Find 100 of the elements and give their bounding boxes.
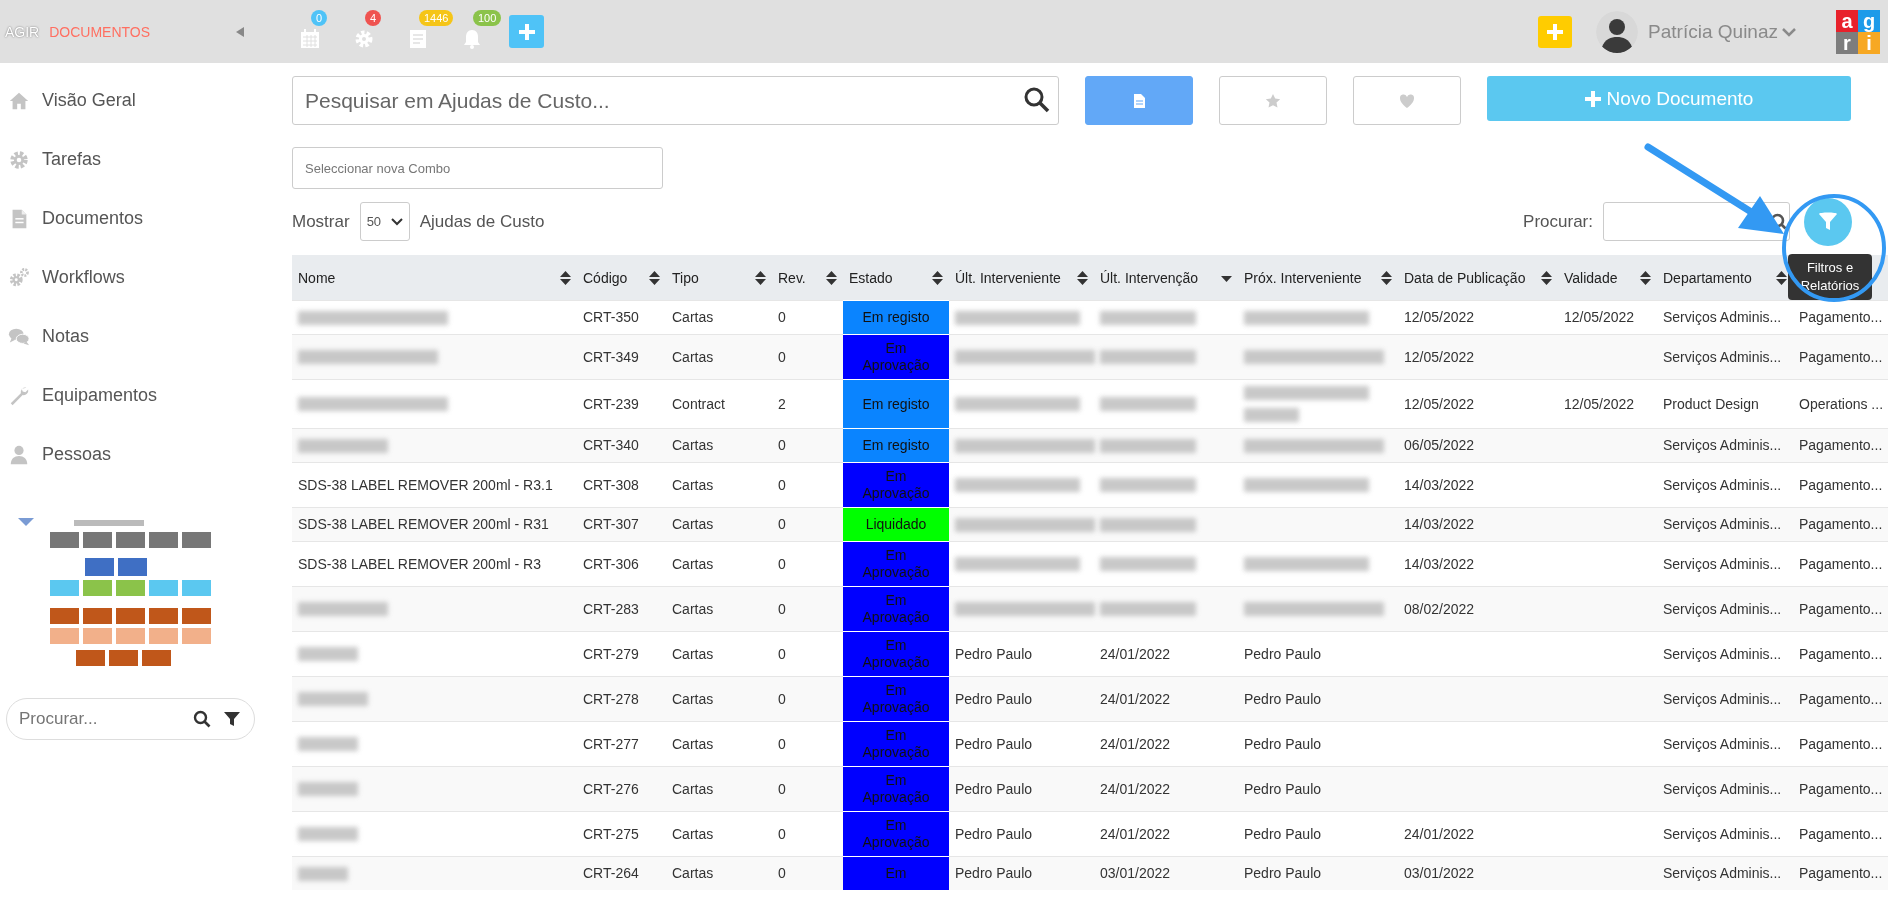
table-cell: Pagamento... <box>1793 428 1888 463</box>
combo-field[interactable]: Seleccionar nova Combo <box>292 147 663 189</box>
status-cell: Em Aprovação <box>843 586 949 632</box>
funnel-icon <box>1817 210 1839 233</box>
table-cell: Pagamento... <box>1793 586 1888 632</box>
nav-item[interactable]: Documentos <box>0 189 280 248</box>
status-cell: Em <box>843 856 949 890</box>
table-cell: Pagamento... <box>1793 676 1888 722</box>
table-cell: 0 <box>772 766 843 812</box>
search-icon <box>193 710 211 728</box>
table-cell: Pagamento... <box>1793 507 1888 542</box>
sort-icon <box>560 270 571 285</box>
column-header[interactable]: Rev. <box>772 255 843 301</box>
status-cell: Liquidado <box>843 507 949 542</box>
table-cell: Pedro Paulo <box>1238 676 1398 722</box>
table-cell: Cartas <box>666 586 772 632</box>
tooltip: Filtros e Relatórios <box>1788 253 1872 300</box>
plus-icon <box>1584 90 1601 107</box>
nav-item[interactable]: Workflows <box>0 248 280 307</box>
table-cell: CRT-278 <box>577 676 666 722</box>
entity-label: Ajudas de Custo <box>419 211 545 232</box>
add-button[interactable] <box>509 15 544 48</box>
calendar-button[interactable] <box>298 26 322 51</box>
table-cell: Pagamento... <box>1793 334 1888 380</box>
sort-icon <box>755 270 766 285</box>
status-cell: Em Aprovação <box>843 462 949 508</box>
table-cell: Pagamento... <box>1793 856 1888 890</box>
sort-icon <box>826 270 837 285</box>
filters-button[interactable] <box>1804 197 1852 246</box>
table-cell: 14/03/2022 <box>1398 507 1558 542</box>
table-cell: 0 <box>772 428 843 463</box>
document-view-button[interactable] <box>1085 76 1193 125</box>
logo-letter: i <box>1858 31 1880 54</box>
heart-view-button[interactable] <box>1353 76 1461 125</box>
status-cell: Em registo <box>843 428 949 463</box>
table-cell: Cartas <box>666 856 772 890</box>
column-header[interactable]: Tipo <box>666 255 772 301</box>
chevron-down-icon <box>390 217 403 226</box>
nav-item[interactable]: Tarefas <box>0 130 280 189</box>
table-cell: Pedro Paulo <box>1238 856 1398 890</box>
sort-icon <box>1541 270 1552 285</box>
table-cell: Serviços Adminis... <box>1657 766 1793 812</box>
sort-icon <box>1640 270 1651 285</box>
column-header[interactable]: Últ. Intervenção <box>1094 255 1238 301</box>
table-cell: CRT-307 <box>577 507 666 542</box>
table-cell: Serviços Adminis... <box>1657 334 1793 380</box>
sort-icon <box>932 270 943 285</box>
sort-icon <box>1381 270 1392 285</box>
table-cell: Serviços Adminis... <box>1657 676 1793 722</box>
column-header[interactable]: Validade <box>1558 255 1657 301</box>
table-cell: Serviços Adminis... <box>1657 856 1793 890</box>
table-cell: 0 <box>772 507 843 542</box>
search-field[interactable]: Procurar... <box>6 698 255 740</box>
logo-letter: a <box>1836 9 1858 32</box>
calendar-icon <box>298 26 322 51</box>
table-cell: CRT-349 <box>577 334 666 380</box>
show-label: Mostrar <box>292 211 350 232</box>
count-badge: 0 <box>311 9 328 26</box>
column-header[interactable]: Últ. Interveniente <box>949 255 1094 301</box>
table-cell: Cartas <box>666 334 772 380</box>
funnel-icon <box>223 710 241 728</box>
plus-icon <box>517 22 536 41</box>
status-cell: Em Aprovação <box>843 721 949 767</box>
column-header[interactable]: Nome <box>292 255 577 301</box>
table-cell: Cartas <box>666 676 772 722</box>
nav-item[interactable]: Pessoas <box>0 425 280 484</box>
nav-item[interactable]: Visão Geral <box>0 71 280 130</box>
table-cell: 03/01/2022 <box>1398 856 1558 890</box>
page-size-select[interactable]: 50 <box>359 202 410 241</box>
nav-item[interactable]: Equipamentos <box>0 366 280 425</box>
document-icon <box>1131 92 1147 109</box>
quick-add-button[interactable] <box>1538 15 1573 48</box>
table-cell: 0 <box>772 856 843 890</box>
column-header[interactable]: Código <box>577 255 666 301</box>
status-cell: Em registo <box>843 300 949 335</box>
table-cell: SDS-38 LABEL REMOVER 200ml - R31 <box>292 507 577 542</box>
table-cell: CRT-283 <box>577 586 666 632</box>
table-cell: 12/05/2022 <box>1398 334 1558 380</box>
table-cell: Serviços Adminis... <box>1657 586 1793 632</box>
table-cell: Serviços Adminis... <box>1657 507 1793 542</box>
column-header[interactable]: Data de Publicação <box>1398 255 1558 301</box>
table-cell: 03/01/2022 <box>1094 856 1238 890</box>
person-icon <box>8 443 30 466</box>
search-field[interactable]: Pesquisar em Ajudas de Custo... <box>292 76 1059 125</box>
gear-icon <box>8 148 30 171</box>
collapse-caret-icon <box>235 25 245 38</box>
table-cell: Pedro Paulo <box>949 856 1094 890</box>
star-icon <box>1265 92 1281 109</box>
column-header[interactable]: Próx. Interveniente <box>1238 255 1398 301</box>
table-cell: 24/01/2022 <box>1094 766 1238 812</box>
table-cell: Pedro Paulo <box>949 676 1094 722</box>
table-cell: Pagamento... <box>1793 766 1888 812</box>
nav-item[interactable]: Notas <box>0 307 280 366</box>
table-cell: Pedro Paulo <box>1238 766 1398 812</box>
status-cell: Em Aprovação <box>843 676 949 722</box>
table-cell: Cartas <box>666 507 772 542</box>
table-cell: 0 <box>772 586 843 632</box>
star-view-button[interactable] <box>1219 76 1327 125</box>
column-header[interactable]: Estado <box>843 255 949 301</box>
table-cell: 06/05/2022 <box>1398 428 1558 463</box>
